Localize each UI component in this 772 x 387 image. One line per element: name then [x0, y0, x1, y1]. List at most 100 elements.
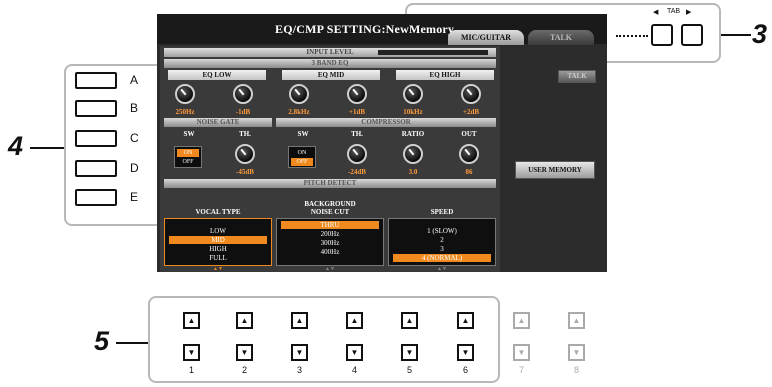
noise-cut-title-2: NOISE CUT [310, 208, 350, 216]
tab-right-button[interactable] [681, 24, 703, 46]
speed-option[interactable]: 2 [393, 236, 491, 244]
noise-cut-option[interactable]: 300Hz [281, 239, 379, 247]
callout-3-line [721, 34, 751, 36]
tab-dotted-leader [616, 35, 648, 37]
eq-high-gain-value: +2dB [462, 108, 480, 116]
tab-left-button[interactable] [651, 24, 673, 46]
noise-cut-scroll-icon[interactable]: ▲▼ [324, 266, 336, 272]
tab-mic-guitar[interactable]: MIC/GUITAR [448, 30, 524, 45]
speed-scroll-icon[interactable]: ▲▼ [436, 266, 448, 272]
vocal-type-list[interactable]: LOW MID HIGH FULL [164, 218, 272, 266]
hw-button-d[interactable] [75, 160, 117, 177]
ng-switch-on[interactable]: ON [177, 149, 199, 157]
eq-high-label: EQ HIGH [396, 70, 494, 80]
eq-mid-freq-value: 2.8kHz [288, 108, 310, 116]
tab-hw-label: TAB [667, 8, 681, 15]
tab-left-arrow: ◀ [653, 9, 659, 16]
eq-high-freq-value: 10kHz [403, 108, 423, 116]
ng-switch[interactable]: ON OFF [174, 146, 202, 168]
speed-option[interactable]: 3 [393, 245, 491, 253]
cmp-switch-on[interactable]: ON [291, 149, 313, 157]
cmp-out-value: 86 [465, 168, 473, 176]
ng-sw-label: SW [183, 130, 195, 138]
lcd-screen: EQ/CMP SETTING:NewMemory MIC/GUITAR TALK… [157, 14, 607, 272]
cmp-sw-label: SW [297, 130, 309, 138]
button-6-down[interactable]: ▼ [457, 344, 474, 361]
button-7-down[interactable]: ▼ [513, 344, 530, 361]
button-2-up[interactable]: ▲ [236, 312, 253, 329]
button-1-down[interactable]: ▼ [183, 344, 200, 361]
speed-list[interactable]: 1 (SLOW) 2 3 4 (NORMAL) [388, 218, 496, 266]
button-6-up[interactable]: ▲ [457, 312, 474, 329]
pitch-detect-header: PITCH DETECT [164, 179, 496, 188]
main-panel: INPUT LEVEL 3 BAND EQ EQ LOW EQ MID EQ H… [160, 46, 500, 272]
tab-talk[interactable]: TALK [528, 30, 594, 45]
right-panel: TALK USER MEMORY [503, 46, 607, 272]
cmp-th-label: TH. [351, 130, 363, 138]
hw-button-b[interactable] [75, 100, 117, 117]
cmp-ratio-knob[interactable] [403, 144, 423, 164]
speed-option[interactable]: 1 (SLOW) [393, 227, 491, 235]
noise-cut-option[interactable]: 200Hz [281, 230, 379, 238]
vocal-type-option[interactable]: HIGH [169, 245, 267, 253]
tab-right-arrow: ▶ [686, 9, 692, 16]
cmp-ratio-value: 3.0 [408, 168, 418, 176]
button-7-up[interactable]: ▲ [513, 312, 530, 329]
noise-cut-title-1: BACKGROUND [304, 200, 356, 208]
hw-label-d: D [130, 161, 139, 175]
cmp-out-label: OUT [461, 130, 477, 138]
cmp-switch-off[interactable]: OFF [291, 158, 313, 166]
button-4-down[interactable]: ▼ [346, 344, 363, 361]
button-4-label: 4 [351, 365, 357, 375]
noise-cut-list[interactable]: THRU 200Hz 300Hz 400Hz [276, 218, 384, 266]
button-6-label: 6 [462, 365, 468, 375]
eq-mid-gain-knob[interactable] [347, 84, 367, 104]
vocal-type-option[interactable]: LOW [169, 227, 267, 235]
noise-cut-option-selected[interactable]: THRU [281, 221, 379, 229]
ng-th-label: TH. [239, 130, 251, 138]
vocal-type-option[interactable]: FULL [169, 254, 267, 262]
button-1-up[interactable]: ▲ [183, 312, 200, 329]
button-4-up[interactable]: ▲ [346, 312, 363, 329]
talk-button[interactable]: TALK [558, 70, 596, 83]
eq-high-freq-knob[interactable] [403, 84, 423, 104]
noise-cut-option[interactable]: 400Hz [281, 248, 379, 256]
cmp-switch[interactable]: ON OFF [288, 146, 316, 168]
callout-4-line [30, 147, 64, 149]
eq-section-header: 3 BAND EQ [164, 59, 496, 68]
button-2-label: 2 [241, 365, 247, 375]
button-5-down[interactable]: ▼ [401, 344, 418, 361]
user-memory-button[interactable]: USER MEMORY [515, 161, 595, 179]
hw-label-a: A [130, 73, 139, 87]
button-8-up[interactable]: ▲ [568, 312, 585, 329]
eq-mid-freq-knob[interactable] [289, 84, 309, 104]
eq-low-freq-value: 250Hz [175, 108, 195, 116]
speed-option-selected[interactable]: 4 (NORMAL) [393, 254, 491, 262]
button-8-label: 8 [573, 365, 579, 375]
button-3-up[interactable]: ▲ [291, 312, 308, 329]
button-8-down[interactable]: ▼ [568, 344, 585, 361]
ng-threshold-knob[interactable] [235, 144, 255, 164]
cmp-threshold-knob[interactable] [347, 144, 367, 164]
eq-mid-label: EQ MID [282, 70, 380, 80]
vocal-type-scroll-icon[interactable]: ▲▼ [212, 266, 224, 272]
eq-low-gain-knob[interactable] [233, 84, 253, 104]
hw-label-b: B [130, 101, 139, 115]
hw-label-c: C [130, 131, 139, 145]
vocal-type-option-selected[interactable]: MID [169, 236, 267, 244]
cmp-out-knob[interactable] [459, 144, 479, 164]
eq-low-freq-knob[interactable] [175, 84, 195, 104]
ng-switch-off[interactable]: OFF [177, 158, 199, 166]
button-3-down[interactable]: ▼ [291, 344, 308, 361]
callout-5: 5 [94, 326, 110, 356]
button-3-label: 3 [296, 365, 302, 375]
hw-button-a[interactable] [75, 72, 117, 89]
hw-button-c[interactable] [75, 130, 117, 147]
button-5-up[interactable]: ▲ [401, 312, 418, 329]
eq-high-gain-knob[interactable] [461, 84, 481, 104]
hw-button-e[interactable] [75, 189, 117, 206]
button-1-label: 1 [188, 365, 194, 375]
button-2-down[interactable]: ▼ [236, 344, 253, 361]
eq-low-gain-value: -1dB [235, 108, 251, 116]
callout-4: 4 [8, 131, 24, 161]
